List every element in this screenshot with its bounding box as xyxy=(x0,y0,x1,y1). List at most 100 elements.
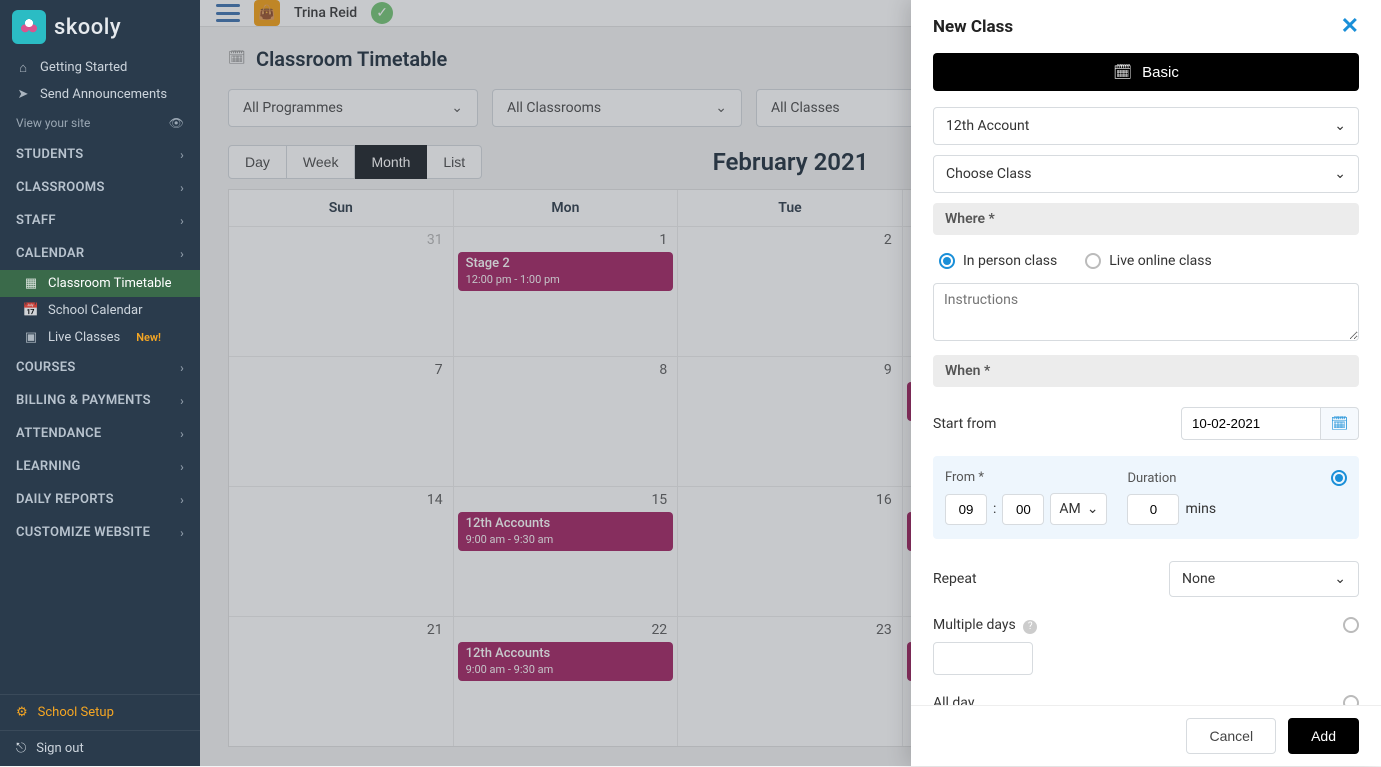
sidebar-item-label: Send Announcements xyxy=(40,87,167,102)
multiple-days-input[interactable] xyxy=(933,642,1033,675)
signout-label: Sign out xyxy=(36,741,83,756)
school-setup-label: School Setup xyxy=(38,705,114,720)
sidebar-sub-label: School Calendar xyxy=(48,303,142,318)
chevron-right-icon: › xyxy=(180,526,184,540)
sidebar-signout[interactable]: ⎋ Sign out xyxy=(0,730,200,766)
radio-selected-icon[interactable] xyxy=(1331,470,1347,486)
sidebar-section-classrooms[interactable]: CLASSROOMS› xyxy=(0,171,200,204)
all-day-radio[interactable] xyxy=(1343,695,1359,706)
section-label: BILLING & PAYMENTS xyxy=(16,393,151,408)
basic-tab-button[interactable]: 🗓 Basic xyxy=(933,53,1359,91)
logo-icon xyxy=(12,10,46,44)
help-icon[interactable]: ? xyxy=(1023,620,1037,634)
chevron-right-icon: › xyxy=(180,460,184,474)
select-value: 12th Account xyxy=(946,118,1029,134)
sidebar-school-setup[interactable]: ⚙ School Setup xyxy=(0,694,200,730)
time-duration-block: From * : AM ⌄ Duration xyxy=(933,456,1359,539)
section-label: CALENDAR xyxy=(16,246,84,261)
where-online-radio[interactable]: Live online class xyxy=(1085,253,1211,269)
calendar-icon: 🗓 xyxy=(1113,63,1132,81)
sidebar-section-courses[interactable]: COURSES › xyxy=(0,351,200,384)
multiple-days-radio[interactable] xyxy=(1343,617,1359,633)
chevron-right-icon: › xyxy=(180,361,184,375)
class-select[interactable]: Choose Class ⌄ xyxy=(933,155,1359,193)
where-in-person-radio[interactable]: In person class xyxy=(939,253,1057,269)
radio-label: Live online class xyxy=(1109,253,1211,269)
radio-icon xyxy=(1085,253,1101,269)
section-label: DAILY REPORTS xyxy=(16,492,114,507)
new-badge: New! xyxy=(136,331,161,344)
basic-label: Basic xyxy=(1142,64,1179,81)
ampm-value: AM xyxy=(1059,501,1080,517)
sidebar-section-billing[interactable]: BILLING & PAYMENTS › xyxy=(0,384,200,417)
sidebar-sub-live-classes[interactable]: ▣ Live Classes New! xyxy=(0,324,200,351)
sidebar-getting-started[interactable]: ⌂ Getting Started xyxy=(0,54,200,81)
select-value: Choose Class xyxy=(946,166,1032,182)
chevron-right-icon: › xyxy=(180,148,184,162)
chevron-right-icon: › xyxy=(180,493,184,507)
calendar-icon: 📅 xyxy=(24,304,38,318)
sidebar-section-attendance[interactable]: ATTENDANCE › xyxy=(0,417,200,450)
repeat-select[interactable]: None ⌄ xyxy=(1169,561,1359,597)
radio-label: In person class xyxy=(963,253,1057,269)
section-label: CUSTOMIZE WEBSITE xyxy=(16,525,150,540)
add-button[interactable]: Add xyxy=(1288,718,1359,754)
sidebar-section-customize-website[interactable]: CUSTOMIZE WEBSITE › xyxy=(0,516,200,549)
logo-text: skooly xyxy=(54,15,121,40)
sidebar-sub-school-calendar[interactable]: 📅 School Calendar xyxy=(0,297,200,324)
section-label: STAFF xyxy=(16,213,56,228)
chevron-down-icon: ⌄ xyxy=(1334,166,1346,182)
new-class-panel: New Class ✕ 🗓 Basic 12th Account ⌄ Choos… xyxy=(911,0,1381,766)
sidebar-send-announcements[interactable]: ➤ Send Announcements xyxy=(0,81,200,108)
sidebar-section-daily-reports[interactable]: DAILY REPORTS › xyxy=(0,483,200,516)
section-label: COURSES xyxy=(16,360,76,375)
when-section-header: When * xyxy=(933,355,1359,387)
close-icon[interactable]: ✕ xyxy=(1341,14,1359,39)
eye-icon: 👁 xyxy=(169,116,184,130)
repeat-value: None xyxy=(1182,571,1215,587)
from-hour-input[interactable] xyxy=(945,494,987,525)
gear-icon: ⚙ xyxy=(16,705,28,720)
start-from-label: Start from xyxy=(933,416,996,432)
sidebar-sub-classroom-timetable[interactable]: ▦ Classroom Timetable xyxy=(0,270,200,297)
radio-icon xyxy=(939,253,955,269)
panel-title: New Class xyxy=(933,17,1013,37)
sidebar-sub-label: Classroom Timetable xyxy=(48,276,171,291)
chevron-down-icon: ⌄ xyxy=(1334,118,1346,134)
signout-icon: ⎋ xyxy=(16,741,26,756)
duration-label: Duration xyxy=(1127,471,1216,486)
sidebar-section-students[interactable]: STUDENTS › xyxy=(0,138,200,171)
duration-input[interactable] xyxy=(1127,494,1179,525)
all-day-label: All day xyxy=(933,695,974,706)
chevron-right-icon: › xyxy=(180,427,184,441)
sidebar-section-calendar[interactable]: CALENDAR › xyxy=(0,237,200,270)
cancel-button[interactable]: Cancel xyxy=(1186,718,1276,754)
sidebar-section-learning[interactable]: LEARNING › xyxy=(0,450,200,483)
video-icon: ▣ xyxy=(24,331,38,345)
chevron-down-icon: ⌄ xyxy=(1334,571,1346,587)
sidebar-section-staff[interactable]: STAFF › xyxy=(0,204,200,237)
section-label: STUDENTS xyxy=(16,147,84,162)
from-ampm-select[interactable]: AM ⌄ xyxy=(1050,493,1107,525)
date-picker-button[interactable]: 🗓 xyxy=(1321,407,1359,440)
chevron-down-icon: ⌄ xyxy=(1087,501,1099,517)
section-label: ATTENDANCE xyxy=(16,426,102,441)
home-icon: ⌂ xyxy=(16,61,30,75)
programme-select[interactable]: 12th Account ⌄ xyxy=(933,107,1359,145)
instructions-textarea[interactable] xyxy=(933,283,1359,341)
from-minute-input[interactable] xyxy=(1002,494,1044,525)
view-site-label: View your site xyxy=(16,116,90,130)
timetable-icon: ▦ xyxy=(24,277,38,291)
section-label: LEARNING xyxy=(16,459,81,474)
multiple-days-label: Multiple days xyxy=(933,617,1016,633)
sidebar-sub-label: Live Classes xyxy=(48,330,120,345)
sidebar-item-label: Getting Started xyxy=(40,60,127,75)
start-from-input[interactable] xyxy=(1181,407,1321,440)
chevron-right-icon: › xyxy=(180,247,184,261)
chevron-right-icon: › xyxy=(180,214,184,228)
chevron-right-icon: › xyxy=(180,394,184,408)
duration-unit: mins xyxy=(1185,501,1216,517)
view-your-site-link[interactable]: View your site 👁 xyxy=(0,108,200,138)
from-label: From * xyxy=(945,470,1107,485)
logo[interactable]: skooly xyxy=(0,0,200,54)
